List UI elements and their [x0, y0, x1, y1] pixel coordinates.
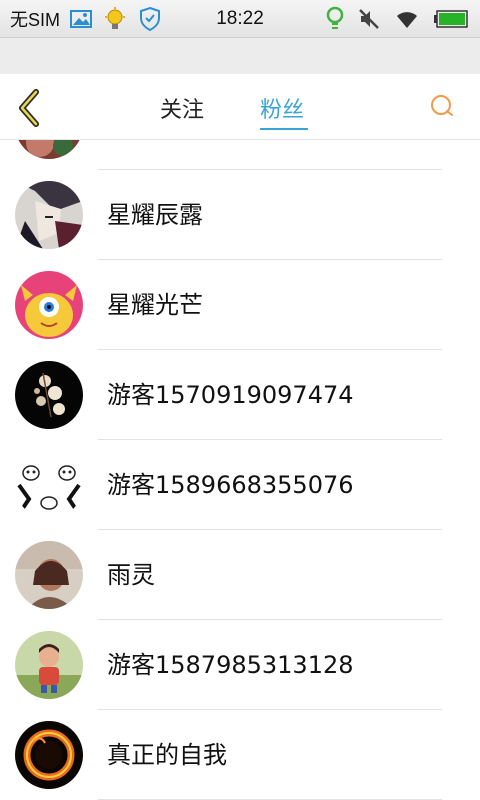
list-item[interactable]: 游客1587985313128: [0, 620, 480, 710]
avatar: [15, 631, 83, 699]
avatar: [15, 181, 83, 249]
list-item[interactable]: 游客1589668355076: [0, 440, 480, 530]
fan-name: 真正的自我: [107, 741, 227, 769]
fan-name: 游客1570919097474: [107, 381, 354, 409]
mute-icon: [358, 8, 380, 30]
wifi-icon: [394, 9, 420, 29]
back-button[interactable]: [14, 88, 46, 128]
status-bar-right: [326, 0, 468, 38]
avatar: [15, 140, 83, 159]
avatar: [15, 541, 83, 609]
fans-list: 星耀辰露 星耀光芒 游客1570919097474 游客158966835507…: [0, 140, 480, 800]
avatar: [15, 271, 83, 339]
battery-icon: [434, 10, 468, 28]
active-tab-indicator: [260, 128, 308, 130]
avatar: [15, 451, 83, 519]
avatar: [15, 361, 83, 429]
back-arrow-icon: [19, 89, 39, 127]
fan-name: 游客1587985313128: [107, 651, 354, 679]
tab-following[interactable]: 关注: [160, 92, 204, 124]
tab-fans[interactable]: 粉丝: [260, 92, 304, 124]
list-item-partial[interactable]: [0, 140, 480, 170]
search-icon: [431, 95, 453, 116]
fan-name: 星耀光芒: [107, 291, 203, 319]
fan-name: 雨灵: [107, 561, 155, 589]
toolbar-spacer: [0, 38, 480, 74]
list-item[interactable]: 雨灵: [0, 530, 480, 620]
list-item[interactable]: 真正的自我: [0, 710, 480, 800]
search-button[interactable]: [428, 92, 456, 124]
fan-name: 游客1589668355076: [107, 471, 354, 499]
status-bar: 无SIM 18:22: [0, 0, 480, 38]
list-item[interactable]: 星耀光芒: [0, 260, 480, 350]
top-navigation: 关注 粉丝: [0, 74, 480, 140]
list-item[interactable]: 星耀辰露: [0, 170, 480, 260]
bulb-green-icon: [326, 6, 344, 32]
avatar: [15, 721, 83, 789]
list-item[interactable]: 游客1570919097474: [0, 350, 480, 440]
fan-name: 星耀辰露: [107, 201, 203, 229]
